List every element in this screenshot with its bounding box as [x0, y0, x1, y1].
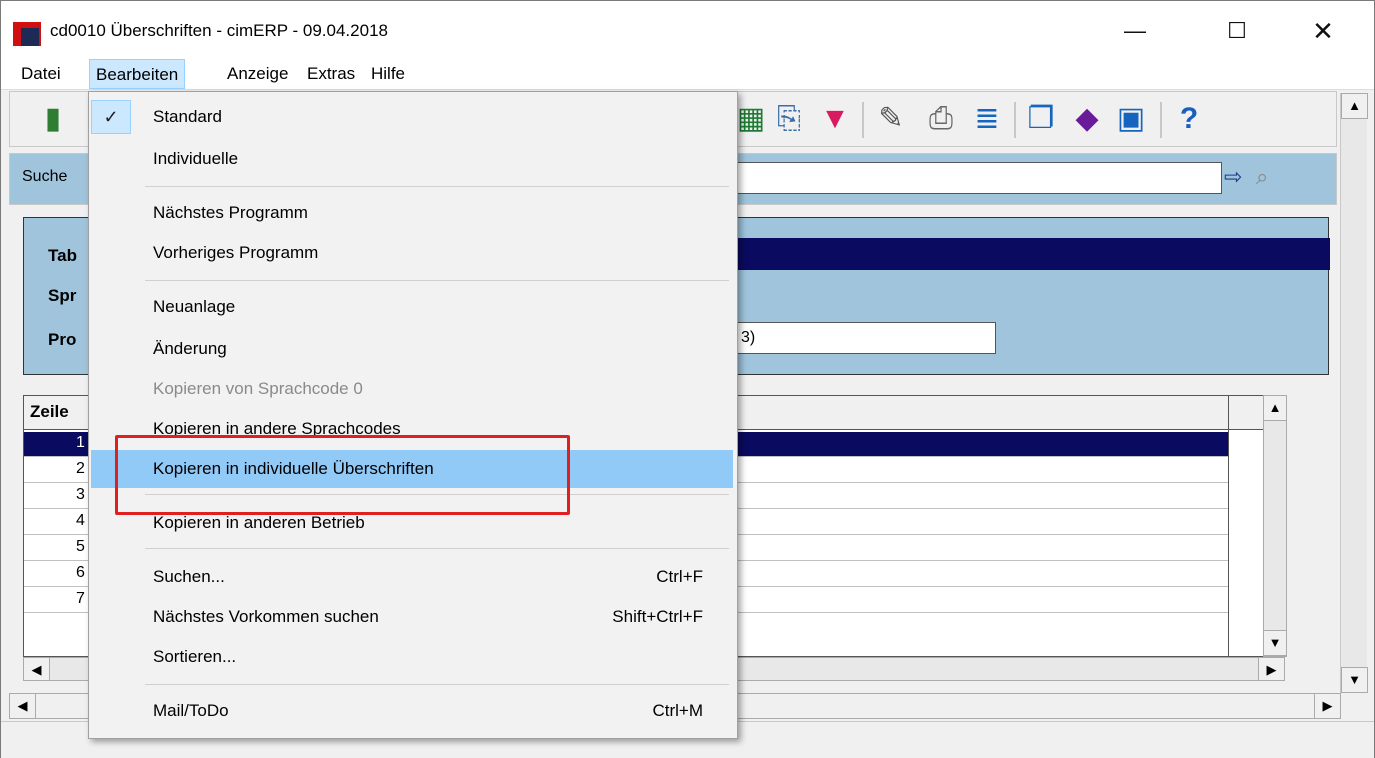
scroll-down-icon[interactable]: ▼ [1263, 630, 1287, 656]
shortcut-label: Ctrl+M [652, 701, 703, 720]
scroll-up-icon[interactable]: ▲ [1341, 93, 1368, 119]
menu-item-kopieren-von-sprachcode: Kopieren von Sprachcode 0 [153, 379, 363, 398]
scroll-left-icon[interactable]: ◀ [23, 657, 50, 681]
help-icon[interactable]: ? [1170, 100, 1208, 138]
menu-separator [145, 548, 729, 549]
shortcut-label: Ctrl+F [656, 567, 703, 586]
grid-vertical-scrollbar[interactable]: ▲ ▼ [1263, 395, 1287, 657]
title-bar: cd0010 Überschriften - cimERP - 09.04.20… [1, 1, 1374, 57]
window-title: cd0010 Überschriften - cimERP - 09.04.20… [50, 21, 388, 40]
scroll-left-icon[interactable]: ◀ [9, 693, 36, 719]
edit-menu-dropdown: ✓ Standard Individuelle Nächstes Program… [88, 91, 738, 739]
menu-item-sortieren[interactable]: Sortieren... [91, 638, 733, 676]
table-icon[interactable]: ▣ [1112, 100, 1150, 138]
column-divider [1228, 396, 1229, 656]
menu-item-neuanlage[interactable]: Neuanlage [91, 288, 733, 326]
menu-datei[interactable]: Datei [15, 59, 67, 89]
arrow-right-icon[interactable]: ⇨ [1224, 164, 1242, 190]
scroll-up-icon[interactable]: ▲ [1263, 395, 1287, 421]
menu-extras[interactable]: Extras [301, 59, 361, 89]
data-transfer-icon[interactable]: ≣ [968, 100, 1006, 138]
menu-item-standard[interactable]: ✓ Standard [91, 98, 733, 136]
search-input[interactable] [730, 162, 1222, 194]
menu-item-mail-todo[interactable]: Mail/ToDo Ctrl+M [91, 692, 733, 730]
menu-anzeige[interactable]: Anzeige [221, 59, 294, 89]
menu-bar: Datei Bearbeiten Anzeige Extras Hilfe [1, 57, 1374, 90]
selected-field[interactable] [736, 238, 1330, 270]
menu-separator [145, 684, 729, 685]
minimize-button[interactable]: — [1109, 11, 1161, 51]
menu-item-naechstes-vorkommen[interactable]: Nächstes Vorkommen suchen Shift+Ctrl+F [91, 598, 733, 636]
filter-icon[interactable]: ▼ [816, 100, 854, 138]
windows-icon[interactable]: ❐ [1022, 100, 1060, 138]
menu-item-suchen[interactable]: Suchen... Ctrl+F [91, 558, 733, 596]
checkmark-icon: ✓ [91, 100, 131, 134]
menu-separator [145, 186, 729, 187]
column-header-zeile[interactable]: Zeile [30, 402, 69, 422]
form-label-tab: Tab [48, 246, 77, 265]
form-label-spr: Spr [48, 286, 77, 305]
scroll-down-icon[interactable]: ▼ [1341, 667, 1368, 693]
menu-item-vorheriges-programm[interactable]: Vorheriges Programm [91, 234, 733, 272]
program-field[interactable]: 3) [736, 322, 996, 354]
app-window: cd0010 Überschriften - cimERP - 09.04.20… [0, 0, 1375, 758]
menu-item-aenderung[interactable]: Änderung [91, 330, 733, 368]
highlight-callout-box [115, 435, 570, 515]
toolbar-separator [1160, 102, 1162, 138]
form-label-pro: Pro [48, 330, 77, 349]
search-icon[interactable]: ⌕ [1256, 164, 1268, 190]
print-icon[interactable]: ⎙ [922, 100, 960, 138]
menu-separator [145, 280, 729, 281]
menu-item-naechstes-programm[interactable]: Nächstes Programm [91, 194, 733, 232]
edit-icon[interactable]: ✎ [872, 100, 910, 138]
copy-icon[interactable]: ⎘ [770, 100, 808, 138]
door-exit-icon[interactable]: ▮ [34, 100, 72, 138]
maximize-button[interactable]: ☐ [1211, 11, 1263, 51]
menu-item-individuelle[interactable]: Individuelle [91, 140, 733, 178]
scroll-right-icon[interactable]: ▶ [1258, 657, 1285, 681]
toolbar-separator [862, 102, 864, 138]
scroll-right-icon[interactable]: ▶ [1314, 693, 1341, 719]
outer-vertical-scrollbar[interactable]: ▲ ▼ [1340, 93, 1368, 693]
search-label: Suche [22, 168, 68, 185]
shortcut-label: Shift+Ctrl+F [612, 607, 703, 626]
menu-bearbeiten[interactable]: Bearbeiten [89, 59, 186, 89]
menu-hilfe[interactable]: Hilfe [365, 59, 411, 89]
toolbar-separator [1014, 102, 1016, 138]
close-button[interactable]: ✕ [1297, 11, 1349, 51]
book-icon[interactable]: ◆ [1068, 100, 1106, 138]
app-icon [13, 22, 41, 46]
